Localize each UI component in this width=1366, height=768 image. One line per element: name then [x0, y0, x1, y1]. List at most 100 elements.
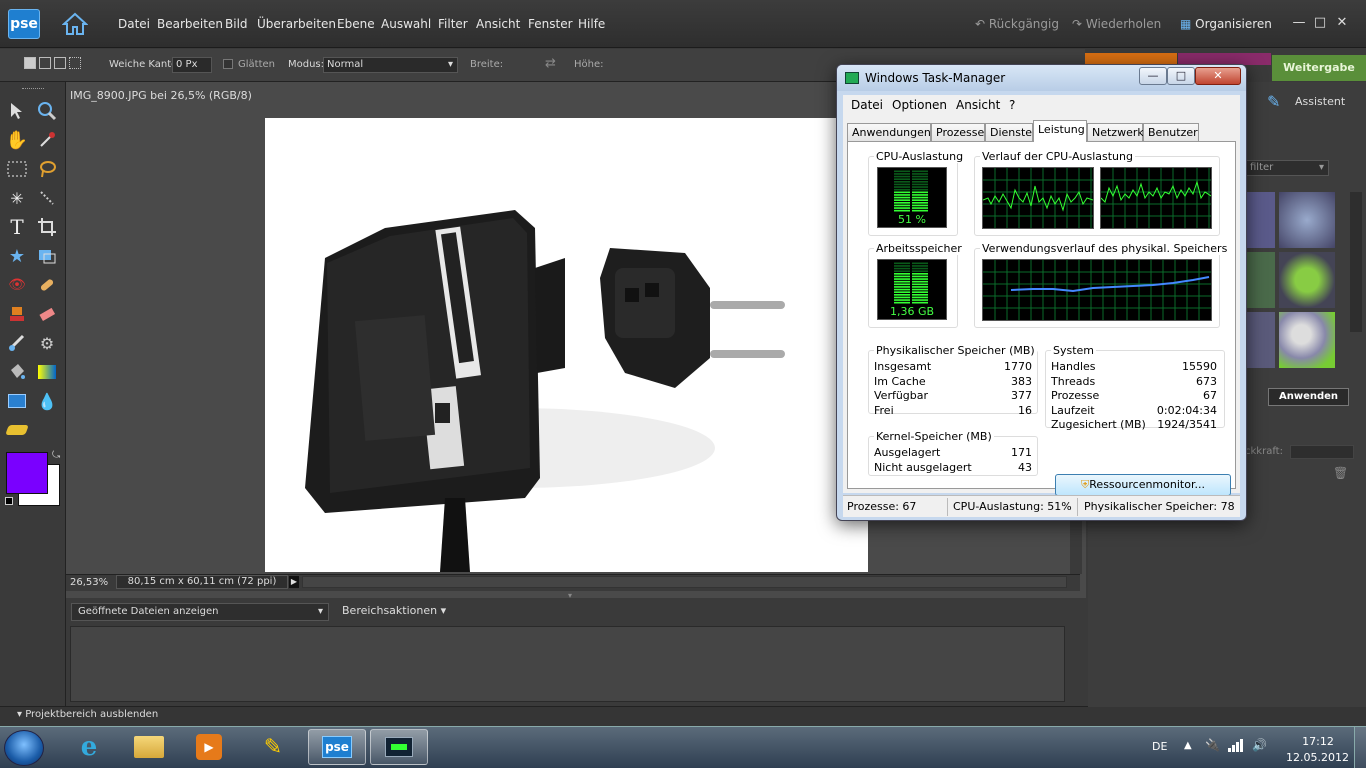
menu-item-9[interactable]: Hilfe [578, 17, 605, 31]
bin-scrollbar[interactable] [1064, 626, 1078, 702]
filter-thumbnail[interactable] [1279, 312, 1335, 368]
play-icon[interactable]: ▶ [289, 576, 299, 588]
tm-close-icon[interactable]: ✕ [1195, 67, 1241, 85]
bin-actions-menu[interactable]: Bereichsaktionen ▾ [342, 604, 446, 617]
tm-menu-view[interactable]: Ansicht [956, 98, 1000, 112]
hand-tool-icon[interactable]: ✋ [4, 127, 30, 153]
menu-item-4[interactable]: Ebene [337, 17, 375, 31]
undo-button[interactable]: ↶ Rückgängig [975, 17, 1059, 31]
filter-thumbnail[interactable] [1279, 192, 1335, 248]
menu-item-5[interactable]: Auswahl [381, 17, 431, 31]
filter-thumbnail[interactable] [1245, 192, 1275, 248]
menu-item-3[interactable]: Überarbeiten [257, 17, 336, 31]
filter-select[interactable]: filter ▾ [1245, 160, 1329, 176]
bin-thumbnail-area[interactable] [70, 626, 1078, 702]
tab-share[interactable]: Weitergabe [1272, 55, 1366, 81]
cookie-cutter-tool-icon[interactable]: ★ [4, 243, 30, 269]
sponge-tool-icon[interactable] [4, 417, 30, 443]
clock-date[interactable]: 12.05.2012 [1286, 751, 1349, 764]
organize-button[interactable]: ▦ Organisieren [1180, 17, 1272, 31]
menu-item-0[interactable]: Datei [118, 17, 150, 31]
filter-thumbnail[interactable] [1245, 252, 1275, 308]
menu-item-6[interactable]: Filter [438, 17, 468, 31]
swap-icon[interactable]: ⇄ [545, 56, 556, 71]
mode-select[interactable]: Normal ▾ [323, 57, 458, 73]
clone-stamp-tool-icon[interactable] [4, 301, 30, 327]
menu-item-2[interactable]: Bild [225, 17, 248, 31]
subtract-selection-icon[interactable] [54, 57, 66, 69]
tab-performance[interactable]: Leistung [1033, 120, 1087, 142]
smooth-checkbox[interactable] [223, 59, 233, 69]
input-language[interactable]: DE [1152, 740, 1167, 753]
shape-tool-icon[interactable] [4, 388, 30, 414]
bin-view-select[interactable]: Geöffnete Dateien anzeigen ▾ [71, 603, 329, 621]
pse-logo[interactable]: pse [8, 9, 40, 39]
task-manager-window[interactable]: Windows Task-Manager — □ ✕ Datei Optione… [836, 64, 1247, 521]
menu-item-1[interactable]: Bearbeiten [157, 17, 223, 31]
tab-network[interactable]: Netzwerk [1087, 123, 1144, 141]
close-icon[interactable]: ✕ [1333, 14, 1351, 32]
filter-thumbnail[interactable] [1245, 312, 1275, 368]
power-icon[interactable]: 🔌 [1205, 738, 1220, 752]
taskbar-pse[interactable]: pse [308, 729, 366, 765]
hide-bin-button[interactable]: ▾ Projektbereich ausblenden [17, 709, 158, 720]
maximize-icon[interactable]: □ [1311, 14, 1329, 32]
resource-monitor-button[interactable]: ⛨Ressourcenmonitor... [1055, 474, 1231, 496]
tab-applications[interactable]: Anwendungen [847, 123, 931, 141]
filter-thumbnail[interactable] [1279, 252, 1335, 308]
opacity-input[interactable] [1290, 445, 1354, 459]
add-selection-icon[interactable] [39, 57, 51, 69]
menu-item-7[interactable]: Ansicht [476, 17, 520, 31]
clock-time[interactable]: 17:12 [1288, 735, 1348, 748]
feather-input[interactable]: 0 Px [172, 57, 212, 73]
selection-mode-icons[interactable] [24, 57, 88, 73]
zoom-value[interactable]: 26,53% [70, 577, 108, 588]
tm-menu-help[interactable]: ? [1009, 98, 1015, 112]
filter-thumbnails[interactable] [1245, 192, 1335, 372]
intersect-selection-icon[interactable] [69, 57, 81, 69]
lasso-tool-icon[interactable] [34, 156, 60, 182]
filter-scrollbar[interactable] [1350, 192, 1362, 332]
red-eye-tool-icon[interactable]: 👁 [4, 272, 30, 298]
taskbar-internet-explorer[interactable]: e [60, 729, 118, 765]
brush-tool-icon[interactable] [4, 330, 30, 356]
menu-item-8[interactable]: Fenster [528, 17, 573, 31]
taskbar-task-manager[interactable] [370, 729, 428, 765]
eraser-tool-icon[interactable] [34, 301, 60, 327]
trash-icon[interactable]: 🗑 [1333, 466, 1348, 480]
tab-services[interactable]: Dienste [985, 123, 1033, 141]
blur-tool-icon[interactable]: 💧 [34, 388, 60, 414]
tab-processes[interactable]: Prozesse [931, 123, 985, 141]
move-tool-icon[interactable] [4, 98, 30, 124]
eyedropper-tool-icon[interactable] [34, 127, 60, 153]
tab-users[interactable]: Benutzer [1143, 123, 1199, 141]
redo-button[interactable]: ↷ Wiederholen [1072, 17, 1161, 31]
minimize-icon[interactable]: — [1290, 14, 1308, 32]
show-desktop-button[interactable] [1354, 727, 1366, 768]
foreground-color-swatch[interactable] [6, 452, 48, 494]
magic-wand-tool-icon[interactable]: ✳ [4, 185, 30, 211]
taskbar-media-player[interactable]: ▶ [180, 729, 238, 765]
tm-menu-file[interactable]: Datei [851, 98, 883, 112]
volume-icon[interactable]: 🔊 [1252, 738, 1267, 752]
recompose-tool-icon[interactable] [34, 243, 60, 269]
marquee-tool-icon[interactable] [4, 156, 30, 182]
new-selection-icon[interactable] [24, 57, 36, 69]
image-canvas[interactable] [265, 118, 868, 572]
default-colors-icon[interactable] [5, 497, 13, 505]
canvas-horizontal-scrollbar[interactable] [302, 576, 1067, 588]
tm-menu-options[interactable]: Optionen [892, 98, 947, 112]
apply-button[interactable]: Anwenden [1268, 388, 1349, 406]
start-button[interactable] [4, 730, 44, 766]
tm-minimize-icon[interactable]: — [1139, 67, 1167, 85]
taskbar-explorer[interactable] [120, 729, 178, 765]
gradient-tool-icon[interactable] [34, 359, 60, 385]
assistant-button[interactable]: ✎ Assistent [1267, 92, 1345, 111]
paint-bucket-tool-icon[interactable] [4, 359, 30, 385]
zoom-tool-icon[interactable] [34, 98, 60, 124]
crop-tool-icon[interactable] [34, 214, 60, 240]
smart-brush-tool-icon[interactable]: ⚙ [34, 330, 60, 356]
selection-brush-tool-icon[interactable] [34, 185, 60, 211]
home-icon[interactable] [61, 12, 89, 36]
network-icon[interactable] [1228, 738, 1244, 752]
